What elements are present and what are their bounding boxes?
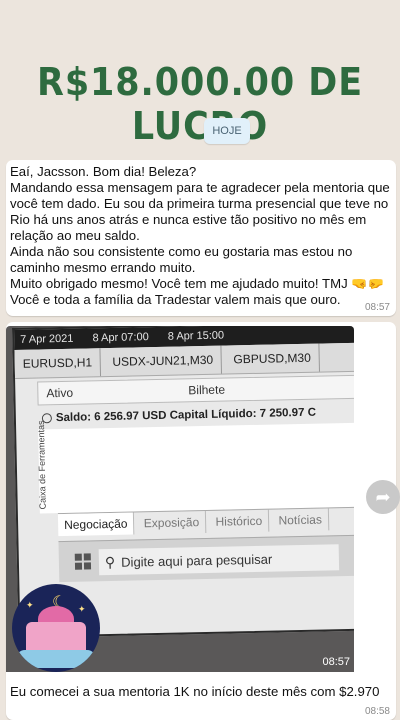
panel-background — [38, 422, 354, 514]
tab-negociacao: Negociação — [57, 512, 135, 537]
message-time: 08:58 — [364, 706, 390, 717]
message-line: Ainda não sou consistente como eu gostar… — [10, 244, 353, 275]
date-chip: HOJE — [204, 118, 250, 144]
forward-arrow-icon[interactable]: ➦ — [366, 480, 400, 514]
message-line: Muito obrigado mesmo! Você tem me ajudad… — [10, 276, 385, 291]
time-axis-label: 7 Apr 2021 — [20, 332, 74, 346]
search-icon: ⚲ — [104, 553, 116, 571]
photo-attachment[interactable]: 7 Apr 2021 8 Apr 07:00 8 Apr 15:00 EURUS… — [6, 326, 354, 672]
symbol-tab: USDX-JUN21,M30 — [104, 345, 223, 377]
symbol-tabs: EURUSD,H1 USDX-JUN21,M30 GBPUSD,M30 — [14, 342, 354, 379]
message-line: Eaí, Jacsson. Bom dia! Beleza? — [10, 164, 197, 179]
search-placeholder: Digite aqui para pesquisar — [121, 551, 273, 570]
windows-logo-icon — [74, 553, 92, 570]
star-icon: ✦ — [26, 600, 34, 610]
symbol-tab: GBPUSD,M30 — [225, 343, 321, 374]
photo-time: 08:57 — [322, 656, 350, 668]
photo-caption: Eu comecei a sua mentoria 1K no início d… — [10, 684, 380, 699]
message-bubble-photo[interactable]: 7 Apr 2021 8 Apr 07:00 8 Apr 15:00 EURUS… — [6, 322, 396, 720]
taskbar-search-field: ⚲ Digite aqui para pesquisar — [98, 544, 340, 576]
toolbox-label: Caixa de Ferramentas — [35, 420, 48, 510]
mosque-moon-sticker: ✦ ✦ ☾ — [12, 584, 100, 672]
windows-taskbar: ⚲ Digite aqui para pesquisar — [58, 534, 354, 583]
tab-exposicao: Exposição — [137, 510, 207, 535]
message-bubble-thanks[interactable]: Eaí, Jacsson. Bom dia! Beleza? Mandando … — [6, 160, 396, 316]
message-text: Eaí, Jacsson. Bom dia! Beleza? Mandando … — [10, 164, 394, 308]
balance-text: Saldo: 6 256.97 USD Capital Líquido: 7 2… — [55, 406, 317, 425]
message-time: 08:57 — [364, 302, 390, 313]
star-icon: ✦ — [78, 604, 86, 614]
column-header-bilhete: Bilhete — [188, 382, 226, 398]
story-headline: R$18.000.00 DE LUCRO — [36, 60, 364, 148]
tab-noticias: Notícias — [272, 508, 330, 532]
terminal-bottom-tabs: Negociação Exposição Histórico Notícias — [57, 506, 354, 537]
column-header-ativo: Ativo — [46, 385, 74, 401]
time-axis-label: 8 Apr 07:00 — [92, 331, 149, 345]
message-line: Você e toda a família da Tradestar valem… — [10, 292, 341, 307]
time-axis-label: 8 Apr 15:00 — [167, 329, 225, 343]
message-line: Mandando essa mensagem para te agradecer… — [10, 180, 390, 243]
cloud-shape — [16, 650, 96, 668]
symbol-tab: EURUSD,H1 — [14, 348, 102, 378]
tab-historico: Histórico — [209, 509, 270, 533]
